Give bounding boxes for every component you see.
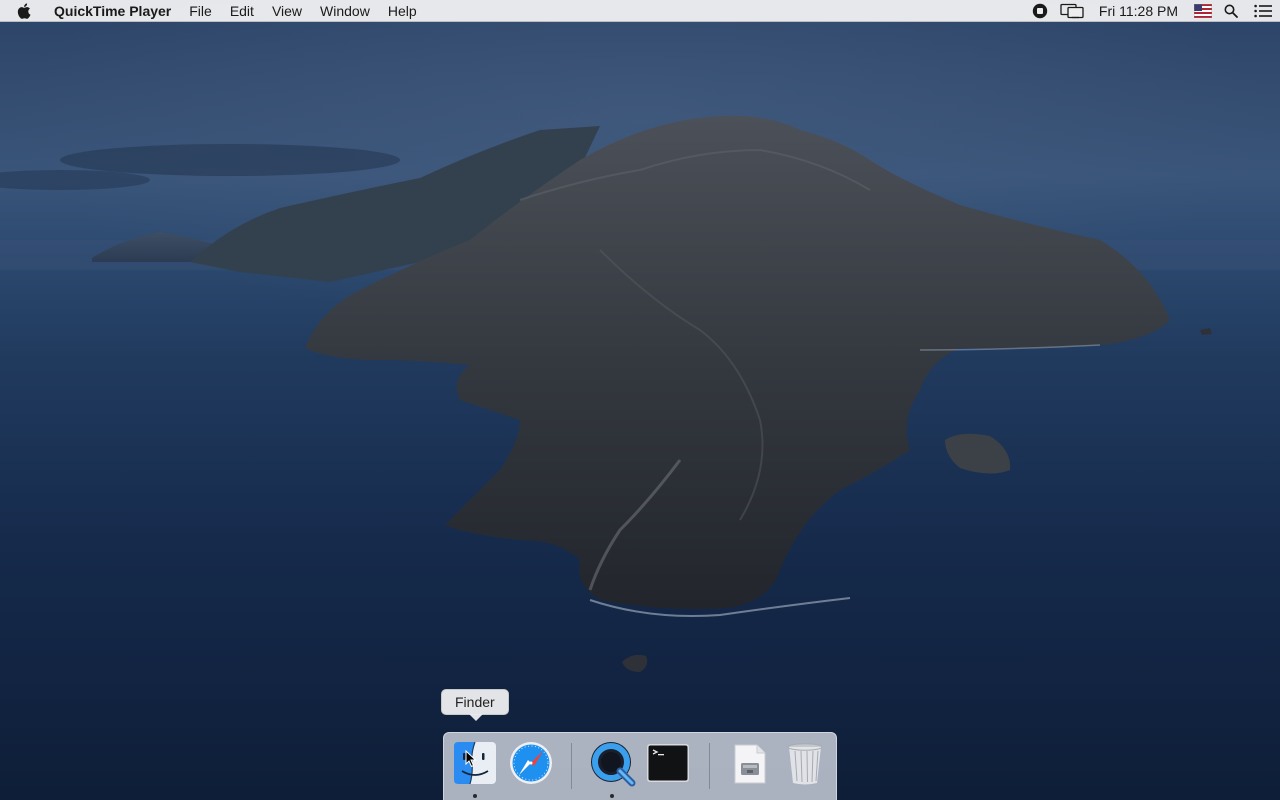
dock-separator	[709, 743, 710, 789]
menu-bar: QuickTime Player File Edit View Window H…	[0, 0, 1280, 22]
catalina-wallpaper	[0, 115, 1280, 672]
quicktime-icon	[591, 742, 636, 787]
notification-center-icon[interactable]	[1246, 0, 1280, 22]
screen-recording-stop-icon[interactable]	[1025, 0, 1055, 22]
dock-item-quicktime-player[interactable]	[588, 739, 636, 798]
running-indicator	[473, 794, 477, 798]
dock	[443, 732, 837, 800]
menu-view[interactable]: View	[263, 0, 311, 22]
app-menu[interactable]: QuickTime Player	[42, 0, 180, 22]
dock-tooltip-label: Finder	[455, 694, 495, 710]
dock-item-terminal[interactable]	[644, 739, 692, 791]
dock-separator	[571, 743, 572, 789]
desktop: QuickTime Player File Edit View Window H…	[0, 0, 1280, 800]
menu-edit[interactable]: Edit	[221, 0, 263, 22]
running-indicator	[610, 794, 614, 798]
menu-help[interactable]: Help	[379, 0, 426, 22]
tooltip-arrow	[469, 714, 483, 721]
dock-item-trash[interactable]	[781, 739, 829, 791]
dock-tooltip: Finder	[441, 689, 509, 721]
safari-icon	[510, 742, 552, 784]
dock-item-safari[interactable]	[507, 739, 555, 791]
spotlight-search-icon[interactable]	[1216, 0, 1246, 22]
terminal-icon	[647, 744, 689, 782]
apple-menu-icon[interactable]	[0, 0, 42, 22]
menu-bar-clock[interactable]: Fri 11:28 PM	[1089, 0, 1190, 22]
display-mirroring-icon[interactable]	[1055, 0, 1089, 22]
dock-item-downloads[interactable]	[725, 739, 773, 791]
menu-file[interactable]: File	[180, 0, 221, 22]
menu-window[interactable]: Window	[311, 0, 379, 22]
us-flag-input-icon[interactable]	[1190, 0, 1216, 22]
downloads-stack-icon	[734, 744, 766, 784]
mouse-cursor-icon	[465, 750, 477, 768]
trash-icon	[787, 743, 823, 785]
